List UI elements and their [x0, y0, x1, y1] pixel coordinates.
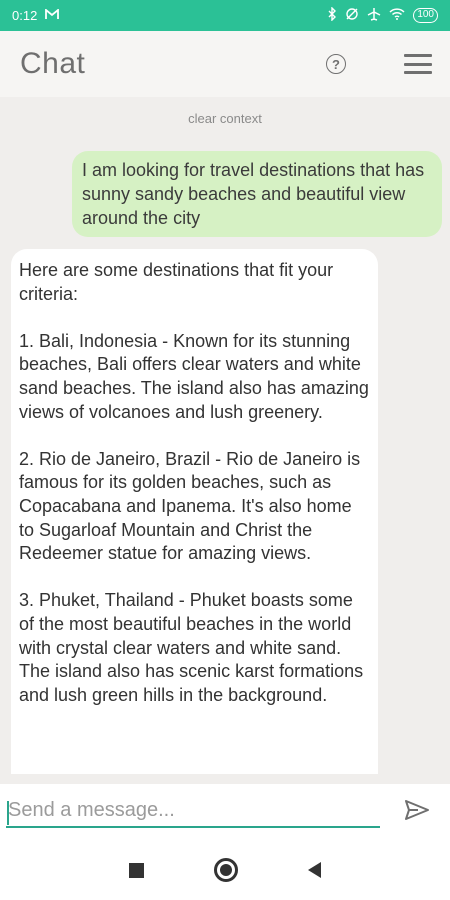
message-input[interactable] — [6, 794, 380, 828]
send-button[interactable] — [400, 798, 434, 826]
recent-apps-icon[interactable] — [129, 862, 144, 878]
message-input-bar — [0, 784, 450, 840]
airplane-icon — [367, 7, 381, 24]
send-icon — [404, 799, 430, 826]
bluetooth-icon — [327, 6, 337, 24]
gmail-icon — [45, 8, 60, 23]
battery-icon: 100 — [413, 8, 438, 23]
app-actions: ? — [326, 54, 432, 74]
assistant-message-bubble: Here are some destinations that fit your… — [11, 249, 378, 774]
assistant-message-intro: Here are some destinations that fit your… — [19, 260, 334, 304]
page-title: Chat — [20, 47, 86, 80]
status-time: 0:12 — [12, 8, 38, 23]
back-icon[interactable] — [308, 862, 321, 878]
assistant-message-item-1: 1. Bali, Indonesia - Known for its stunn… — [19, 330, 369, 422]
wifi-icon — [389, 8, 405, 23]
user-message-bubble: I am looking for travel destinations tha… — [72, 151, 442, 237]
assistant-message-item-2: 2. Rio de Janeiro, Brazil - Rio de Janei… — [19, 448, 361, 564]
do-not-disturb-icon — [345, 7, 359, 24]
assistant-message-item-3: 3. Phuket, Thailand - Phuket boasts some… — [19, 590, 364, 705]
chat-area[interactable]: clear context I am looking for travel de… — [0, 97, 450, 774]
status-bar: 0:12 100 — [0, 0, 450, 31]
status-right: 100 — [327, 6, 438, 24]
clear-context-link[interactable]: clear context — [0, 111, 450, 126]
app-bar: Chat ? — [0, 31, 450, 97]
system-nav-bar — [0, 840, 450, 900]
text-caret — [7, 801, 9, 825]
hamburger-menu-icon[interactable] — [404, 54, 432, 74]
home-icon[interactable] — [214, 858, 238, 882]
help-circle-icon[interactable]: ? — [326, 54, 346, 74]
status-left: 0:12 — [12, 8, 60, 23]
